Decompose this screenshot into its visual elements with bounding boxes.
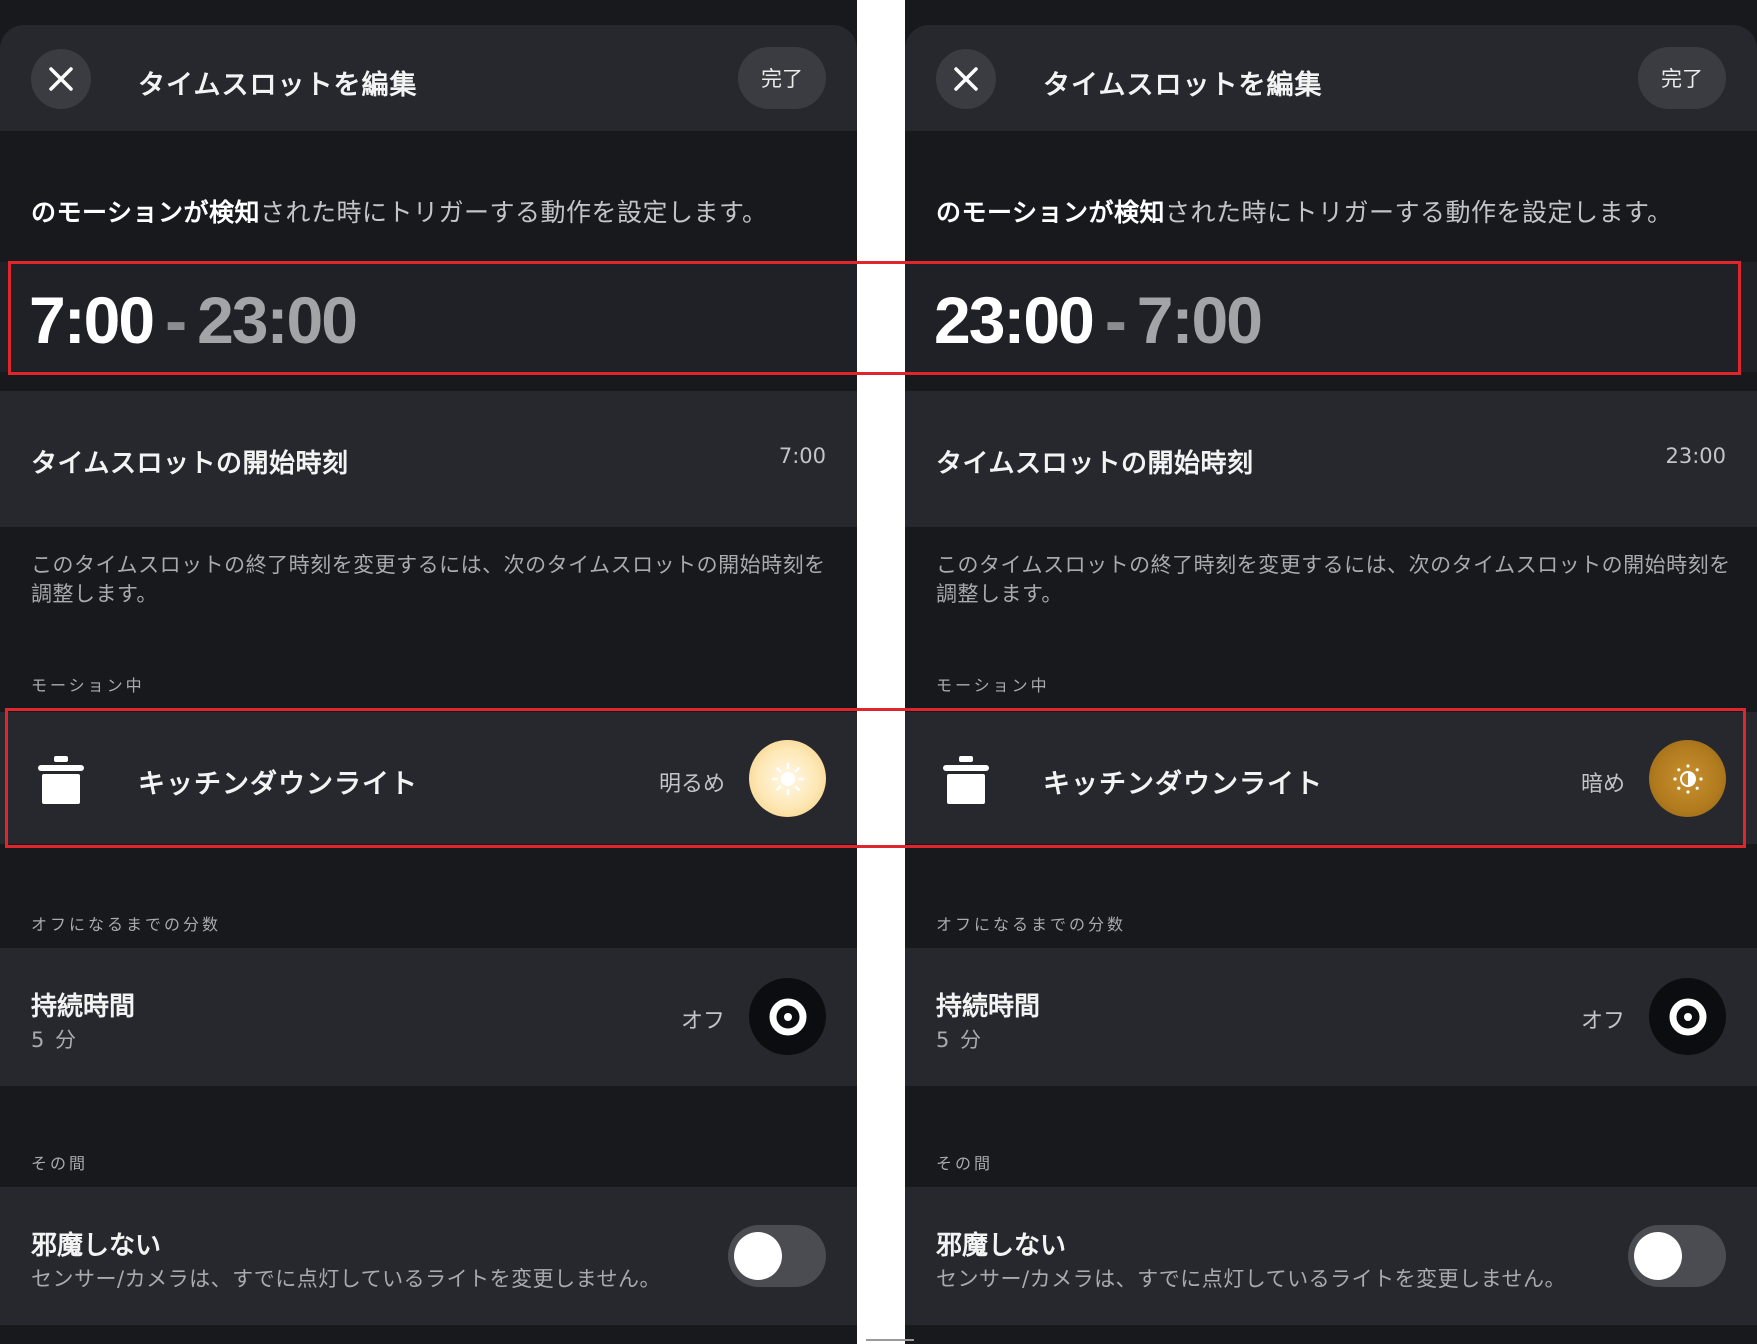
do-not-disturb-description: センサー/カメラは、すでに点灯しているライトを変更しません。 bbox=[936, 1267, 1567, 1291]
duration-state: オフ bbox=[680, 1009, 725, 1034]
section-label-off-minutes: オフになるまでの分数 bbox=[31, 915, 222, 934]
do-not-disturb-title: 邪魔しない bbox=[936, 1231, 1067, 1261]
target-off-icon bbox=[769, 998, 806, 1035]
intro-text-rest: された時にトリガーする動作を設定します。 bbox=[1165, 198, 1673, 227]
intro-text: のモーションが検知された時にトリガーする動作を設定します。 bbox=[936, 193, 1673, 229]
intro-text-rest: された時にトリガーする動作を設定します。 bbox=[260, 198, 768, 227]
time-range-dash: - bbox=[1104, 283, 1127, 357]
time-range-end: 7:00 bbox=[1136, 283, 1263, 357]
duration-row[interactable]: 持続時間 5 分 オフ bbox=[905, 948, 1757, 1086]
toggle-knob bbox=[1634, 1232, 1682, 1280]
sun-dim-icon bbox=[1672, 763, 1703, 794]
close-button[interactable] bbox=[31, 49, 91, 109]
time-range-start: 7:00 bbox=[29, 283, 155, 357]
time-range: 7:00-23:00 bbox=[29, 282, 358, 358]
time-range-start: 23:00 bbox=[934, 283, 1095, 357]
intro-text: のモーションが検知された時にトリガーする動作を設定します。 bbox=[31, 193, 768, 229]
start-time-row[interactable]: タイムスロットの開始時刻 7:00 bbox=[0, 391, 857, 527]
off-state-button[interactable] bbox=[749, 978, 826, 1055]
close-button[interactable] bbox=[936, 49, 996, 109]
intro-text-bold: のモーションが検知 bbox=[31, 198, 261, 227]
time-range-end: 23:00 bbox=[197, 283, 358, 357]
panel-right: タイムスロットを編集 完了 のモーションが検知された時にトリガーする動作を設定し… bbox=[905, 0, 1757, 1344]
intro-text-bold: のモーションが検知 bbox=[936, 198, 1166, 227]
section-label-meanwhile: その間 bbox=[936, 1154, 994, 1173]
pot-light-icon bbox=[943, 756, 989, 804]
top-bar: タイムスロットを編集 完了 bbox=[0, 25, 857, 131]
do-not-disturb-description: センサー/カメラは、すでに点灯しているライトを変更しません。 bbox=[31, 1267, 662, 1291]
time-range-dash: - bbox=[165, 283, 187, 357]
light-name: キッチンダウンライト bbox=[1043, 769, 1323, 800]
do-not-disturb-toggle[interactable] bbox=[728, 1225, 826, 1287]
off-state-button[interactable] bbox=[1649, 978, 1726, 1055]
do-not-disturb-title: 邪魔しない bbox=[31, 1231, 162, 1261]
do-not-disturb-toggle[interactable] bbox=[1628, 1225, 1726, 1287]
light-row[interactable]: キッチンダウンライト 明るめ bbox=[0, 712, 857, 844]
done-button[interactable]: 完了 bbox=[738, 47, 826, 109]
top-bar: タイムスロットを編集 完了 bbox=[905, 25, 1757, 131]
target-off-icon bbox=[1669, 998, 1706, 1035]
section-label-off-minutes: オフになるまでの分数 bbox=[936, 915, 1127, 934]
panel-left: タイムスロットを編集 完了 のモーションが検知された時にトリガーする動作を設定し… bbox=[0, 0, 857, 1344]
start-time-label: タイムスロットの開始時刻 bbox=[31, 449, 349, 479]
do-not-disturb-row: 邪魔しない センサー/カメラは、すでに点灯しているライトを変更しません。 bbox=[0, 1187, 857, 1325]
brightness-button[interactable] bbox=[1649, 740, 1726, 817]
close-icon bbox=[954, 67, 978, 91]
brightness-button[interactable] bbox=[749, 740, 826, 817]
end-time-note: このタイムスロットの終了時刻を変更するには、次のタイムスロットの開始時刻を調整し… bbox=[31, 553, 826, 606]
section-label-motion: モーション中 bbox=[936, 676, 1050, 695]
close-icon bbox=[49, 67, 73, 91]
do-not-disturb-row: 邪魔しない センサー/カメラは、すでに点灯しているライトを変更しません。 bbox=[905, 1187, 1757, 1325]
section-label-meanwhile: その間 bbox=[31, 1154, 89, 1173]
end-time-note: このタイムスロットの終了時刻を変更するには、次のタイムスロットの開始時刻を調整し… bbox=[936, 553, 1731, 606]
duration-row[interactable]: 持続時間 5 分 オフ bbox=[0, 948, 857, 1086]
duration-title: 持続時間 bbox=[31, 992, 136, 1022]
time-range-band: 7:00-23:00 bbox=[0, 262, 857, 372]
duration-value: 5 分 bbox=[936, 1028, 984, 1052]
sun-bright-icon bbox=[771, 762, 804, 795]
page-title: タイムスロットを編集 bbox=[138, 70, 418, 101]
page-title: タイムスロットを編集 bbox=[1043, 70, 1323, 101]
time-range: 23:00-7:00 bbox=[934, 282, 1263, 358]
start-time-value: 7:00 bbox=[778, 444, 826, 468]
section-label-motion: モーション中 bbox=[31, 676, 145, 695]
start-time-value: 23:00 bbox=[1665, 444, 1726, 468]
light-row[interactable]: キッチンダウンライト 暗め bbox=[905, 712, 1757, 844]
duration-value: 5 分 bbox=[31, 1028, 79, 1052]
duration-state: オフ bbox=[1580, 1009, 1625, 1034]
divider-mark bbox=[866, 1339, 914, 1341]
light-level: 明るめ bbox=[658, 772, 725, 797]
light-level: 暗め bbox=[1580, 772, 1625, 797]
start-time-label: タイムスロットの開始時刻 bbox=[936, 449, 1254, 479]
pot-light-icon bbox=[38, 756, 84, 804]
duration-title: 持続時間 bbox=[936, 992, 1041, 1022]
time-range-band: 23:00-7:00 bbox=[905, 262, 1757, 372]
done-button[interactable]: 完了 bbox=[1638, 47, 1726, 109]
start-time-row[interactable]: タイムスロットの開始時刻 23:00 bbox=[905, 391, 1757, 527]
light-name: キッチンダウンライト bbox=[138, 769, 418, 800]
toggle-knob bbox=[734, 1232, 782, 1280]
